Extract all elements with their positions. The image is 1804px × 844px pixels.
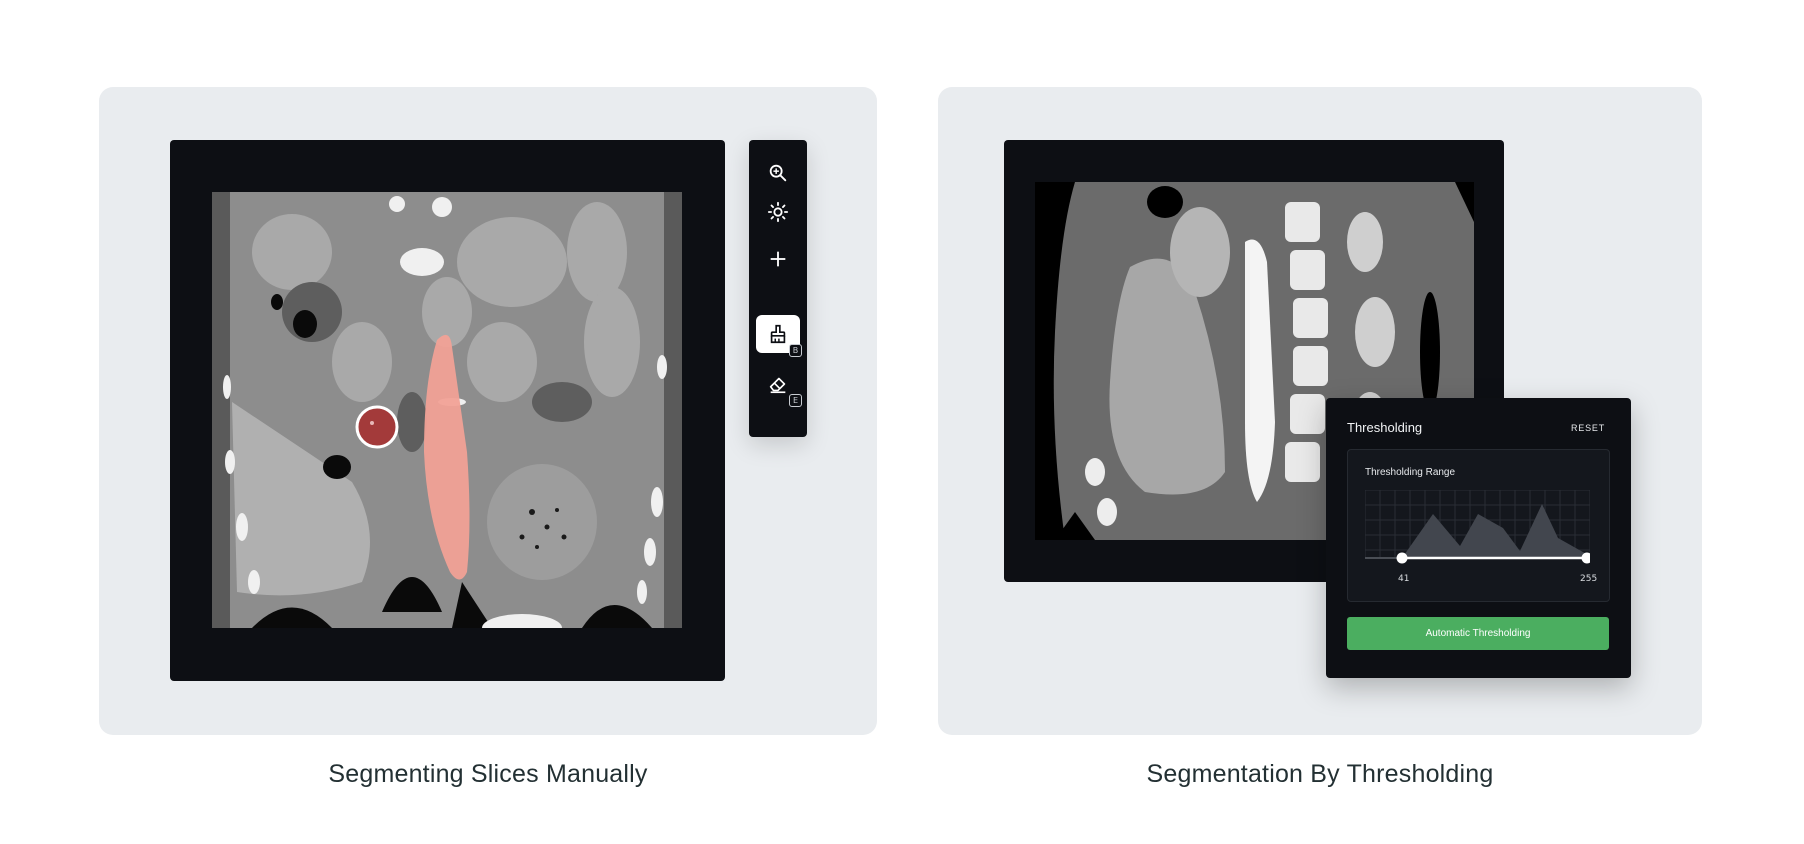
ct-viewer-coronal[interactable] <box>170 140 725 681</box>
reset-button[interactable]: RESET <box>1571 423 1605 433</box>
zoom-in-icon <box>769 164 787 182</box>
thresholding-range-box: Thresholding Range 41 255 <box>1347 449 1610 602</box>
eraser-icon <box>769 377 786 394</box>
max-threshold-value: 255 <box>1580 574 1598 584</box>
eraser-shortcut-badge: E <box>789 394 802 407</box>
brightness-tool-button[interactable] <box>756 193 800 231</box>
brightness-icon <box>767 201 789 223</box>
manual-segmentation-card: B E <box>99 87 877 735</box>
thresholding-title: Thresholding <box>1347 420 1423 435</box>
brush-shortcut-badge: B <box>789 344 802 357</box>
threshold-segmentation-caption: Segmentation By Thresholding <box>1146 760 1494 788</box>
automatic-thresholding-button[interactable]: Automatic Thresholding <box>1347 617 1609 650</box>
crosshair-tool-button[interactable] <box>756 240 800 278</box>
coronal-ct-slice[interactable] <box>212 192 682 628</box>
crosshair-icon <box>770 251 786 267</box>
zoom-tool-button[interactable] <box>756 154 800 192</box>
brush-tool-button[interactable]: B <box>756 315 802 357</box>
thresholding-range-title: Thresholding Range <box>1365 467 1456 478</box>
threshold-histogram[interactable] <box>1365 490 1590 568</box>
manual-segmentation-caption: Segmenting Slices Manually <box>328 760 648 788</box>
eraser-tool-button[interactable]: E <box>756 365 802 407</box>
min-threshold-value: 41 <box>1398 574 1410 584</box>
segmentation-toolbar: B E <box>749 140 807 437</box>
min-threshold-handle <box>1396 552 1408 564</box>
brush-icon <box>770 324 786 344</box>
thresholding-panel: Thresholding RESET Thresholding Range 41… <box>1326 398 1631 678</box>
threshold-segmentation-card: Thresholding RESET Thresholding Range 41… <box>938 87 1702 735</box>
